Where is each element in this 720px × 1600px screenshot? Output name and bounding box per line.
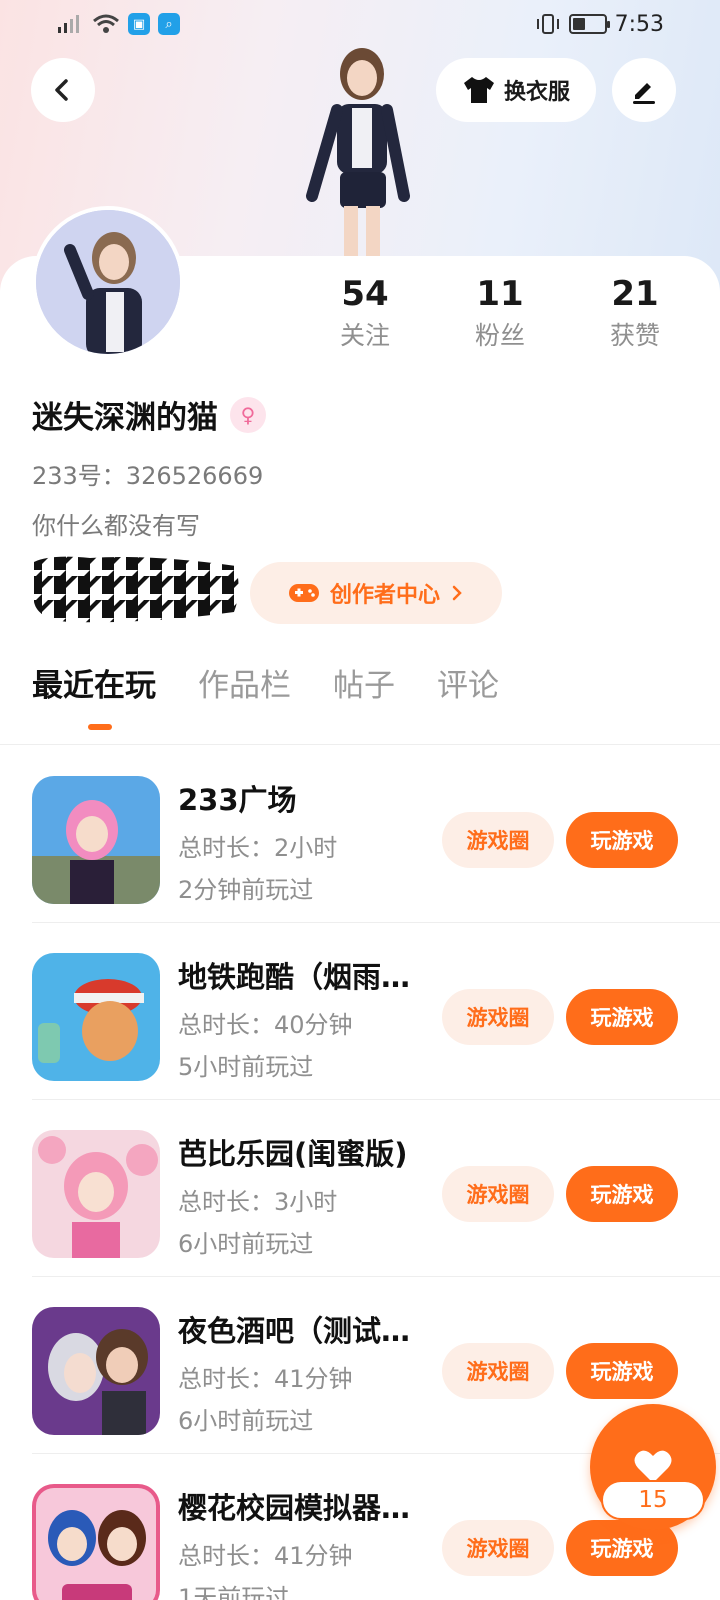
status-time: 7:53 — [614, 11, 664, 37]
game-name: 233广场 — [178, 783, 297, 817]
username-row: 迷失深渊的猫 ♀ — [32, 392, 266, 437]
play-game-button[interactable]: 玩游戏 — [566, 812, 678, 868]
play-game-button[interactable]: 玩游戏 — [566, 1343, 678, 1399]
edit-profile-button[interactable] — [612, 58, 676, 122]
3d-avatar-figure[interactable] — [282, 46, 432, 260]
profile-tabs: 最近在玩 作品栏 帖子 评论 — [32, 664, 499, 730]
game-circle-button[interactable]: 游戏圈 — [442, 1166, 554, 1222]
stat-fans-label: 粉丝 — [474, 321, 525, 350]
redacted-badge-image — [34, 556, 239, 623]
list-item[interactable]: 地铁跑酷（烟雨江南） 总时长：40分钟 5小时前玩过 游戏圈 玩游戏 — [32, 923, 720, 1100]
game-circle-button[interactable]: 游戏圈 — [442, 1520, 554, 1576]
stat-fans-count: 11 — [476, 274, 524, 314]
vibrate-icon — [536, 14, 559, 34]
tab-posts[interactable]: 帖子 — [333, 664, 395, 708]
avatar[interactable] — [32, 206, 184, 358]
game-icon[interactable] — [32, 1484, 160, 1600]
tab-comments[interactable]: 评论 — [437, 664, 499, 708]
game-duration: 总时长：2小时 — [178, 834, 338, 862]
game-name: 樱花校园模拟器（测试版） — [178, 1491, 428, 1525]
game-duration: 总时长：41分钟 — [178, 1542, 353, 1570]
change-outfit-label: 换衣服 — [503, 80, 570, 105]
game-last-played: 1天前玩过 — [178, 1584, 290, 1600]
signal-icon — [58, 15, 79, 33]
game-last-played: 6小时前玩过 — [178, 1230, 314, 1258]
game-last-played: 6小时前玩过 — [178, 1407, 314, 1435]
female-icon: ♀ — [230, 396, 266, 433]
like-count: 15 — [601, 1480, 705, 1520]
game-icon-art — [32, 776, 160, 904]
game-last-played: 5小时前玩过 — [178, 1053, 314, 1081]
creator-center-button[interactable]: 创作者中心 — [250, 562, 502, 624]
user-id: 233号：326526669 — [32, 462, 264, 490]
tabs-divider — [0, 744, 720, 745]
game-icon-art — [32, 953, 160, 1081]
game-circle-button[interactable]: 游戏圈 — [442, 1343, 554, 1399]
chevron-right-icon — [452, 585, 462, 601]
game-duration: 总时长：40分钟 — [178, 1011, 353, 1039]
stat-following-label: 关注 — [339, 321, 390, 350]
tab-recent-played[interactable]: 最近在玩 — [32, 664, 156, 708]
gamepad-icon — [288, 584, 319, 602]
avatar-image — [36, 210, 180, 354]
status-left: ▣ ⌕ — [56, 13, 180, 35]
game-circle-button[interactable]: 游戏圈 — [442, 989, 554, 1045]
status-right: 7:53 — [535, 12, 664, 37]
profile-stats: 54 关注 11 粉丝 21 获赞 — [300, 272, 700, 356]
game-icon-art — [32, 1307, 160, 1435]
game-icon[interactable] — [32, 1307, 160, 1435]
game-name: 夜色酒吧（测试版） — [178, 1314, 428, 1348]
stat-likes-label: 获赞 — [609, 321, 660, 350]
search-app-icon: ⌕ — [158, 13, 180, 35]
game-name: 芭比乐园(闺蜜版) — [178, 1137, 408, 1171]
list-item[interactable]: 233广场 总时长：2小时 2分钟前玩过 游戏圈 玩游戏 — [32, 746, 720, 923]
status-bar: ▣ ⌕ 7:53 — [0, 0, 720, 48]
stat-fans[interactable]: 11 粉丝 — [435, 272, 565, 356]
stat-following-count: 54 — [341, 274, 389, 314]
stat-likes-count: 21 — [611, 274, 659, 314]
game-last-played: 2分钟前玩过 — [178, 876, 314, 904]
creator-center-label: 创作者中心 — [329, 583, 440, 608]
game-name: 地铁跑酷（烟雨江南） — [178, 960, 428, 994]
app-icon: ▣ — [128, 13, 150, 35]
list-item[interactable]: 芭比乐园(闺蜜版) 总时长：3小时 6小时前玩过 游戏圈 玩游戏 — [32, 1100, 720, 1277]
active-tab-indicator — [88, 724, 112, 730]
tab-works[interactable]: 作品栏 — [198, 664, 291, 708]
battery-level — [572, 18, 585, 30]
username: 迷失深渊的猫 — [32, 400, 218, 436]
stat-following[interactable]: 54 关注 — [300, 272, 430, 356]
edit-pen-icon — [633, 83, 655, 104]
play-game-button[interactable]: 玩游戏 — [566, 989, 678, 1045]
game-icon-art — [32, 1484, 160, 1600]
game-icon[interactable] — [32, 953, 160, 1081]
play-game-button[interactable]: 玩游戏 — [566, 1166, 678, 1222]
game-duration: 总时长：41分钟 — [178, 1365, 353, 1393]
game-icon[interactable] — [32, 776, 160, 904]
game-icon-art — [32, 1130, 160, 1258]
tshirt-icon — [463, 77, 494, 103]
wifi-icon — [93, 14, 119, 33]
bio: 你什么都没有写 — [32, 512, 200, 540]
change-outfit-button[interactable]: 换衣服 — [436, 58, 596, 122]
game-icon[interactable] — [32, 1130, 160, 1258]
game-duration: 总时长：3小时 — [178, 1188, 338, 1216]
stat-likes[interactable]: 21 获赞 — [570, 272, 700, 356]
game-circle-button[interactable]: 游戏圈 — [442, 812, 554, 868]
back-button[interactable] — [31, 58, 95, 122]
chevron-left-icon — [55, 79, 68, 101]
battery-icon — [568, 14, 610, 34]
